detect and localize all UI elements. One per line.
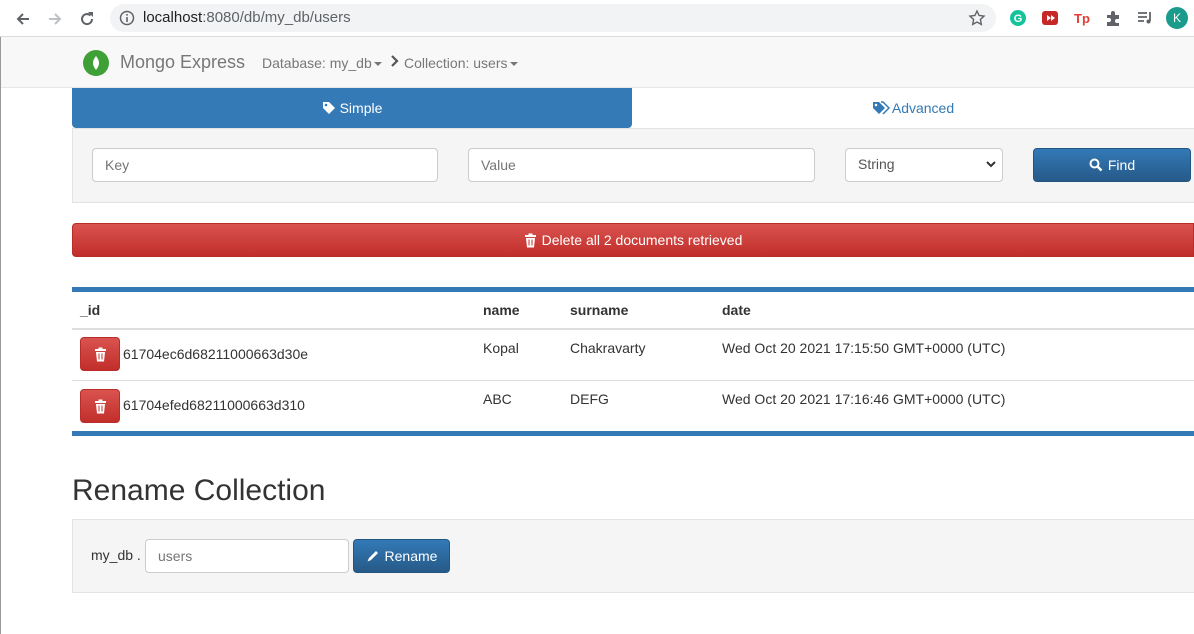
tp-extension-icon[interactable]: Tp	[1072, 8, 1092, 28]
database-dropdown[interactable]: Database: my_db	[262, 55, 382, 71]
media-extension-icon[interactable]	[1040, 8, 1060, 28]
grammarly-icon[interactable]: G	[1008, 8, 1028, 28]
browser-toolbar: localhost:8080/db/my_db/users G Tp K	[0, 0, 1194, 37]
forward-arrow-icon[interactable]	[42, 6, 68, 32]
table-header-border	[72, 328, 1194, 330]
tags-icon	[872, 101, 890, 115]
info-icon[interactable]	[119, 10, 135, 31]
address-bar[interactable]: localhost:8080/db/my_db/users	[110, 4, 996, 32]
search-icon	[1089, 158, 1103, 172]
delete-all-label: Delete all 2 documents retrieved	[541, 232, 743, 248]
svg-text:Tp: Tp	[1074, 11, 1090, 26]
document-id-link[interactable]: 61704efed68211000663d310	[123, 397, 305, 413]
database-crumb-label: Database: my_db	[262, 55, 372, 71]
cell-surname: Chakravarty	[570, 340, 646, 356]
pencil-icon	[367, 551, 378, 562]
key-input[interactable]	[92, 148, 438, 182]
type-select-value: String	[858, 156, 895, 172]
url-host: localhost	[143, 9, 203, 26]
column-header-surname[interactable]: surname	[570, 302, 628, 318]
table-bottom-border	[72, 431, 1194, 436]
table-top-border	[72, 287, 1194, 292]
chevron-right-icon	[390, 54, 400, 71]
url-path: :8080/db/my_db/users	[202, 9, 351, 26]
tab-simple-label: Simple	[339, 100, 383, 116]
extensions-puzzle-icon[interactable]	[1103, 8, 1123, 28]
tag-icon	[322, 102, 335, 114]
tab-advanced[interactable]: Advanced	[632, 88, 1194, 128]
trash-icon	[94, 399, 106, 413]
delete-document-button[interactable]	[80, 389, 120, 423]
reload-icon[interactable]	[74, 6, 100, 32]
row-divider	[72, 380, 1194, 381]
cell-date: Wed Oct 20 2021 17:15:50 GMT+0000 (UTC)	[722, 340, 1006, 356]
rename-button[interactable]: Rename	[353, 539, 450, 573]
mongo-leaf-logo-icon[interactable]	[83, 50, 109, 76]
back-arrow-icon[interactable]	[10, 6, 36, 32]
collection-dropdown[interactable]: Collection: users	[404, 55, 518, 71]
rename-collection-heading: Rename Collection	[72, 474, 326, 507]
delete-document-button[interactable]	[80, 337, 120, 371]
rename-button-label: Rename	[384, 548, 438, 564]
database-prefix-label: my_db .	[91, 547, 141, 563]
url-text: localhost:8080/db/my_db/users	[143, 9, 351, 26]
cell-name: Kopal	[483, 340, 519, 356]
profile-avatar[interactable]: K	[1166, 7, 1188, 29]
delete-all-button[interactable]: Delete all 2 documents retrieved	[72, 223, 1194, 257]
column-header-id[interactable]: _id	[80, 302, 100, 318]
column-header-name[interactable]: name	[483, 302, 520, 318]
caret-down-icon	[509, 62, 518, 67]
cell-surname: DEFG	[570, 391, 609, 407]
find-button[interactable]: Find	[1033, 148, 1191, 182]
value-input[interactable]	[468, 148, 815, 182]
cell-name: ABC	[483, 391, 512, 407]
page-left-border	[0, 37, 1, 634]
tab-simple[interactable]: Simple	[72, 88, 632, 128]
type-select[interactable]: String	[845, 148, 1003, 182]
find-button-label: Find	[1107, 157, 1136, 173]
new-collection-name-input[interactable]	[145, 539, 349, 573]
chevron-down-icon	[986, 161, 996, 168]
tab-advanced-label: Advanced	[891, 100, 955, 116]
document-id-link[interactable]: 61704ec6d68211000663d30e	[123, 346, 308, 362]
column-header-date[interactable]: date	[722, 302, 751, 318]
trash-icon	[94, 347, 106, 361]
cell-date: Wed Oct 20 2021 17:16:46 GMT+0000 (UTC)	[722, 391, 1006, 407]
bookmark-star-icon[interactable]	[968, 9, 986, 32]
brand-title[interactable]: Mongo Express	[120, 52, 245, 73]
media-queue-icon[interactable]	[1135, 8, 1155, 28]
app-navbar: Mongo Express Database: my_db Collection…	[1, 37, 1194, 88]
collection-crumb-label: Collection: users	[404, 55, 508, 71]
svg-text:G: G	[1014, 13, 1023, 25]
trash-icon	[524, 233, 536, 247]
caret-down-icon	[373, 62, 382, 67]
